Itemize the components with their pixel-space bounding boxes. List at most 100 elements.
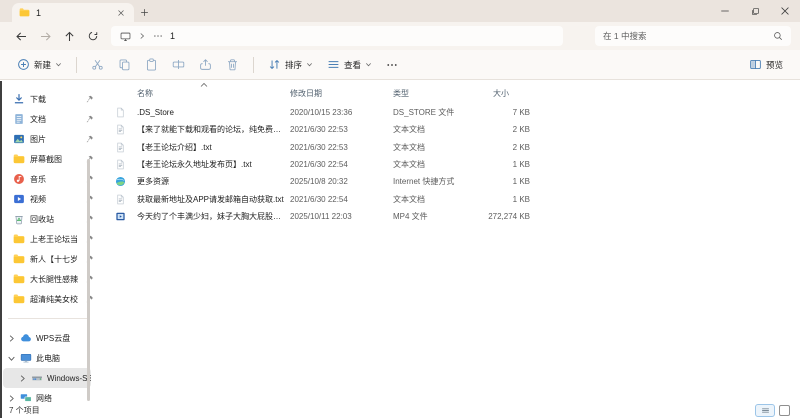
file-name: .DS_Store <box>137 108 174 118</box>
folder-icon <box>13 273 25 285</box>
sort-button[interactable]: 排序 <box>261 53 320 77</box>
sidebar-tree-item[interactable]: WPS云盘 <box>3 328 91 348</box>
cut-button[interactable] <box>84 53 111 77</box>
sidebar-item-label: 回收站 <box>30 214 54 224</box>
drive-icon <box>31 372 43 384</box>
close-button[interactable] <box>770 0 800 22</box>
sidebar-item[interactable]: 文档 <box>0 109 100 129</box>
sidebar-item[interactable]: 屏幕截图 <box>0 149 100 169</box>
downloads-icon <box>13 93 25 105</box>
file-size: 2 KB <box>512 142 530 152</box>
sidebar-item[interactable]: 下载 <box>0 89 100 109</box>
new-tab-button[interactable] <box>134 3 154 22</box>
pin-icon <box>86 135 94 143</box>
column-header-date[interactable]: 修改日期 <box>290 88 393 99</box>
explorer-tab[interactable]: 1 <box>12 3 134 22</box>
sidebar-item-label: 屏幕截图 <box>30 154 62 164</box>
view-toggles <box>755 403 792 417</box>
file-size: 7 KB <box>512 108 530 118</box>
copy-button[interactable] <box>111 53 138 77</box>
view-button[interactable]: 查看 <box>320 53 379 77</box>
breadcrumb-ellipsis-icon[interactable] <box>153 31 163 41</box>
maximize-button[interactable] <box>740 0 770 22</box>
table-row[interactable]: 更多资源 2025/10/8 20:32 Internet 快捷方式 1 KB <box>100 173 800 190</box>
chevron-right-icon[interactable] <box>18 374 27 383</box>
column-header-size[interactable]: 大小 <box>478 88 530 99</box>
chevron-down-icon <box>365 61 372 68</box>
column-header-type[interactable]: 类型 <box>393 88 478 99</box>
pin-icon <box>86 95 94 103</box>
sidebar-divider <box>8 318 90 319</box>
file-rows: .DS_Store 2020/10/15 23:36 DS_STORE 文件 7… <box>100 104 800 225</box>
sidebar-item[interactable]: 新人【十七岁 <box>0 249 100 269</box>
up-button[interactable] <box>57 25 81 47</box>
this-pc-icon[interactable] <box>120 31 131 42</box>
sidebar-item[interactable]: 超清纯美女校 <box>0 289 100 309</box>
new-button[interactable]: 新建 <box>10 53 69 77</box>
file-date-modified: 2025/10/11 22:03 <box>290 211 352 221</box>
table-row[interactable]: .DS_Store 2020/10/15 23:36 DS_STORE 文件 7… <box>100 104 800 121</box>
sidebar-item[interactable]: 视频 <box>0 189 100 209</box>
sidebar-item-label: 文档 <box>30 114 46 124</box>
large-icons-view-button[interactable] <box>779 404 790 416</box>
breadcrumb-item[interactable]: 1 <box>170 31 175 41</box>
refresh-button[interactable] <box>81 25 105 47</box>
sidebar-item[interactable]: 大长腿性感辣 <box>0 269 100 289</box>
new-button-label: 新建 <box>34 59 52 70</box>
file-name: 【老王论坛永久地址发布页】.txt <box>137 160 252 170</box>
sidebar-item-label: 新人【十七岁 <box>30 254 78 264</box>
file-type: DS_STORE 文件 <box>393 108 455 118</box>
cloud-icon <box>20 332 32 344</box>
more-button[interactable] <box>379 53 405 77</box>
column-header-name[interactable]: 名称 <box>137 88 290 99</box>
chevron-right-icon[interactable] <box>7 334 16 343</box>
share-icon <box>199 58 212 71</box>
text-file-icon <box>115 194 126 205</box>
file-date-modified: 2021/6/30 22:53 <box>290 142 348 152</box>
paste-button[interactable] <box>138 53 165 77</box>
file-type: 文本文档 <box>393 160 425 170</box>
sidebar-item[interactable]: 回收站 <box>0 209 100 229</box>
search-input[interactable] <box>603 31 773 41</box>
file-date-modified: 2020/10/15 23:36 <box>290 108 353 118</box>
sidebar-item[interactable]: 图片 <box>0 129 100 149</box>
table-row[interactable]: 今天约了个丰满少妇，妹子大胸大屁股葫芦身材... 2025/10/11 22:0… <box>100 208 800 225</box>
table-row[interactable]: 获取最新地址及APP请发邮箱自动获取.txt 2021/6/30 22:54 文… <box>100 190 800 207</box>
videos-icon <box>13 193 25 205</box>
recycle-bin-icon <box>13 213 25 225</box>
preview-pane-icon <box>749 58 762 71</box>
chevron-down-icon <box>55 61 62 68</box>
share-button[interactable] <box>192 53 219 77</box>
sidebar-tree-item[interactable]: Windows-SSD <box>3 368 91 388</box>
sidebar-tree-item[interactable]: 此电脑 <box>3 348 91 368</box>
chevron-down-icon[interactable] <box>7 354 16 363</box>
back-button[interactable] <box>9 25 33 47</box>
text-file-icon <box>115 159 126 170</box>
sidebar-scrollbar[interactable] <box>87 159 90 401</box>
sidebar-item[interactable]: 音乐 <box>0 169 100 189</box>
minimize-button[interactable] <box>710 0 740 22</box>
forward-button[interactable] <box>33 25 57 47</box>
file-type: 文本文档 <box>393 125 425 135</box>
navigation-bar: 1 <box>0 22 800 50</box>
table-row[interactable]: 【老王论坛永久地址发布页】.txt 2021/6/30 22:54 文本文档 1… <box>100 156 800 173</box>
tab-close-icon[interactable] <box>115 7 127 19</box>
sidebar-item[interactable]: 上老王论坛当 <box>0 229 100 249</box>
file-icon <box>115 107 126 118</box>
address-bar[interactable]: 1 <box>111 26 563 46</box>
trash-icon <box>226 58 239 71</box>
sidebar-item-label: 视频 <box>30 194 46 204</box>
search-icon[interactable] <box>773 31 783 41</box>
rename-button[interactable] <box>165 53 192 77</box>
delete-button[interactable] <box>219 53 246 77</box>
preview-button[interactable]: 预览 <box>742 53 790 77</box>
table-row[interactable]: 【老王论坛介绍】.txt 2021/6/30 22:53 文本文档 2 KB <box>100 139 800 156</box>
pin-icon <box>86 115 94 123</box>
folder-icon <box>19 7 30 18</box>
new-plus-icon <box>17 58 30 71</box>
more-ellipsis-icon <box>386 59 398 71</box>
breadcrumb-chevron-icon <box>138 32 146 40</box>
details-view-button[interactable] <box>755 403 775 417</box>
table-row[interactable]: 【来了就能下载和观看的论坛，纯免费！】.txt 2021/6/30 22:53 … <box>100 121 800 138</box>
rename-icon <box>172 58 185 71</box>
